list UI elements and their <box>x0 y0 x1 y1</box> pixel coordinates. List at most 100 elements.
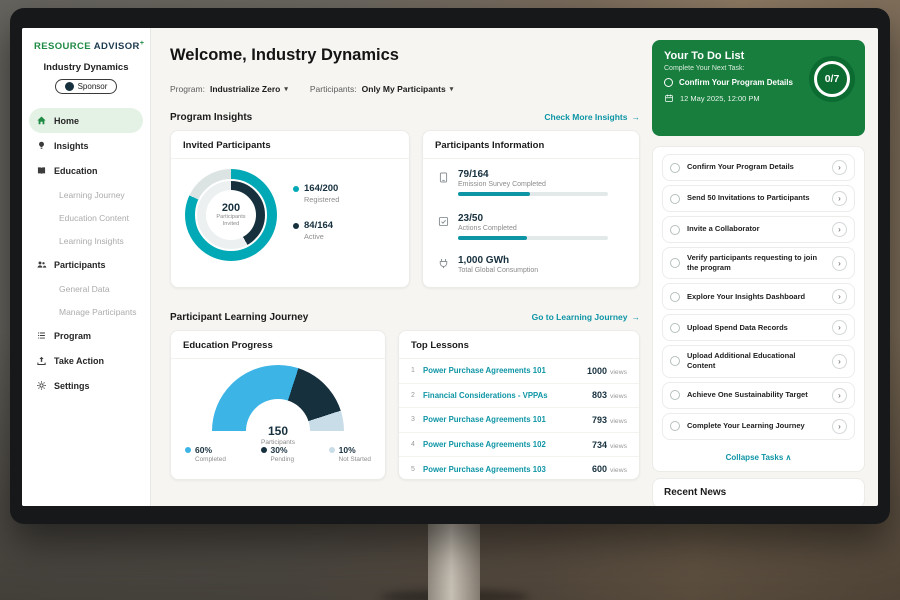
task-row[interactable]: Verify participants requesting to join t… <box>662 247 855 279</box>
gauge-legend: 60% Completed 30% Pending 10% Not Starte… <box>185 445 371 463</box>
sidebar-item-home[interactable]: Home <box>29 108 143 133</box>
legend-label: Active <box>304 232 339 241</box>
sidebar-item-learning-journey[interactable]: Learning Journey <box>22 183 150 206</box>
lesson-link[interactable]: Power Purchase Agreements 102 <box>423 440 546 449</box>
lesson-rank: 4 <box>411 441 423 448</box>
program-filter-dropdown[interactable]: Industrialize Zero ▾ <box>210 84 288 94</box>
sponsor-icon <box>65 82 74 91</box>
lesson-row[interactable]: 2 Financial Considerations - VPPAs 803vi… <box>399 384 639 409</box>
chevron-right-icon[interactable]: › <box>832 222 847 237</box>
lesson-link[interactable]: Power Purchase Agreements 103 <box>423 465 546 474</box>
chevron-right-icon[interactable]: › <box>832 320 847 335</box>
sidebar-item-manage-participants[interactable]: Manage Participants <box>22 300 150 323</box>
chevron-right-icon[interactable]: › <box>832 354 847 369</box>
task-row[interactable]: Send 50 Invitations to Participants › <box>662 185 855 212</box>
lesson-views: 803views <box>592 390 627 400</box>
sidebar-item-label: Settings <box>54 381 90 391</box>
task-checkbox[interactable] <box>670 323 680 333</box>
lesson-rank: 5 <box>411 466 423 473</box>
checklist-icon <box>437 215 450 228</box>
lesson-link[interactable]: Financial Considerations - VPPAs <box>423 391 548 400</box>
chevron-up-icon: ∧ <box>786 453 792 462</box>
task-row[interactable]: Complete Your Learning Journey › <box>662 413 855 440</box>
task-row[interactable]: Explore Your Insights Dashboard › <box>662 283 855 310</box>
views-count: 734 <box>592 440 607 450</box>
chevron-right-icon[interactable]: › <box>832 256 847 271</box>
monitor-bezel: RESOURCE ADVISOR+ Industry Dynamics Spon… <box>10 8 890 524</box>
sidebar-nav: Home Insights Education Learning Journey <box>22 108 150 398</box>
sidebar-item-settings[interactable]: Settings <box>22 373 150 398</box>
todo-progress-ring: 0/7 <box>814 61 850 97</box>
take-action-icon <box>36 355 47 366</box>
task-row[interactable]: Upload Additional Educational Content › <box>662 345 855 377</box>
sidebar-item-participants[interactable]: Participants <box>22 252 150 277</box>
metric-label: Emission Survey Completed <box>458 181 608 188</box>
legend-active: 84/164 Active <box>293 220 339 241</box>
lesson-rank: 2 <box>411 392 423 399</box>
donut-center: 200 Participants Invited <box>206 190 256 240</box>
task-checkbox[interactable] <box>670 421 680 431</box>
task-row[interactable]: Achieve One Sustainability Target › <box>662 382 855 409</box>
check-more-insights-link[interactable]: Check More Insights → <box>544 112 640 122</box>
task-label: Explore Your Insights Dashboard <box>687 292 825 302</box>
chevron-right-icon[interactable]: › <box>832 419 847 434</box>
app-logo: RESOURCE ADVISOR+ <box>22 28 150 52</box>
task-row[interactable]: Upload Spend Data Records › <box>662 314 855 341</box>
education-progress-card: Education Progress 150 Participants 60% … <box>170 330 386 480</box>
sponsor-badge[interactable]: Sponsor <box>55 79 118 94</box>
sidebar-item-insights[interactable]: Insights <box>22 133 150 158</box>
lesson-row[interactable]: 5 Power Purchase Agreements 103 600views <box>399 457 639 481</box>
task-checkbox[interactable] <box>670 258 680 268</box>
task-checkbox[interactable] <box>670 225 680 235</box>
task-checkbox[interactable] <box>670 194 680 204</box>
survey-icon <box>437 171 450 184</box>
views-unit: views <box>610 443 627 450</box>
sidebar-item-program[interactable]: Program <box>22 323 150 348</box>
chevron-right-icon[interactable]: › <box>832 289 847 304</box>
sidebar-item-learning-insights[interactable]: Learning Insights <box>22 229 150 252</box>
todo-task-list: Confirm Your Program Details › Send 50 I… <box>652 146 865 472</box>
lesson-views: 600views <box>592 464 627 474</box>
lesson-row[interactable]: 1 Power Purchase Agreements 101 1000view… <box>399 359 639 384</box>
task-label: Invite a Collaborator <box>687 224 825 234</box>
progress-track <box>458 192 608 196</box>
lesson-link[interactable]: Power Purchase Agreements 101 <box>423 415 546 424</box>
sidebar-item-take-action[interactable]: Take Action <box>22 348 150 373</box>
donut-inner-ring: 200 Participants Invited <box>195 179 267 251</box>
task-row[interactable]: Invite a Collaborator › <box>662 216 855 243</box>
lesson-views: 1000views <box>587 366 627 376</box>
task-label: Verify participants requesting to join t… <box>687 253 825 273</box>
sidebar-item-general-data[interactable]: General Data <box>22 277 150 300</box>
sidebar-item-label: Manage Participants <box>59 307 137 317</box>
chevron-right-icon[interactable]: › <box>832 388 847 403</box>
chevron-down-icon: ▾ <box>284 85 288 93</box>
sidebar-item-education[interactable]: Education <box>22 158 150 183</box>
lesson-row[interactable]: 3 Power Purchase Agreements 101 793views <box>399 408 639 433</box>
sidebar: RESOURCE ADVISOR+ Industry Dynamics Spon… <box>22 28 151 506</box>
views-unit: views <box>610 467 627 474</box>
go-to-learning-journey-link[interactable]: Go to Learning Journey → <box>532 312 640 322</box>
sponsor-label: Sponsor <box>78 82 108 91</box>
legend-label: Registered <box>304 195 339 204</box>
lesson-link[interactable]: Power Purchase Agreements 101 <box>423 366 546 375</box>
task-checkbox[interactable] <box>670 390 680 400</box>
monitor-stand <box>428 522 480 600</box>
task-label: Upload Additional Educational Content <box>687 351 825 371</box>
task-checkbox[interactable] <box>664 78 673 87</box>
task-checkbox[interactable] <box>670 292 680 302</box>
org-name: Industry Dynamics <box>22 62 150 73</box>
bulb-icon <box>36 140 47 151</box>
lesson-row[interactable]: 4 Power Purchase Agreements 102 734views <box>399 433 639 458</box>
legend-dot-registered <box>293 186 299 192</box>
main-content: Welcome, Industry Dynamics Program: Indu… <box>150 28 652 506</box>
task-checkbox[interactable] <box>670 356 680 366</box>
chevron-right-icon[interactable]: › <box>832 191 847 206</box>
task-checkbox[interactable] <box>670 163 680 173</box>
collapse-tasks-link[interactable]: Collapse Tasks ∧ <box>662 449 855 464</box>
photo-scene: RESOURCE ADVISOR+ Industry Dynamics Spon… <box>0 0 900 600</box>
sidebar-item-label: Learning Journey <box>59 190 125 200</box>
task-row[interactable]: Confirm Your Program Details › <box>662 154 855 181</box>
sidebar-item-education-content[interactable]: Education Content <box>22 206 150 229</box>
chevron-right-icon[interactable]: › <box>832 160 847 175</box>
participants-filter-dropdown[interactable]: Only My Participants ▾ <box>362 84 454 94</box>
